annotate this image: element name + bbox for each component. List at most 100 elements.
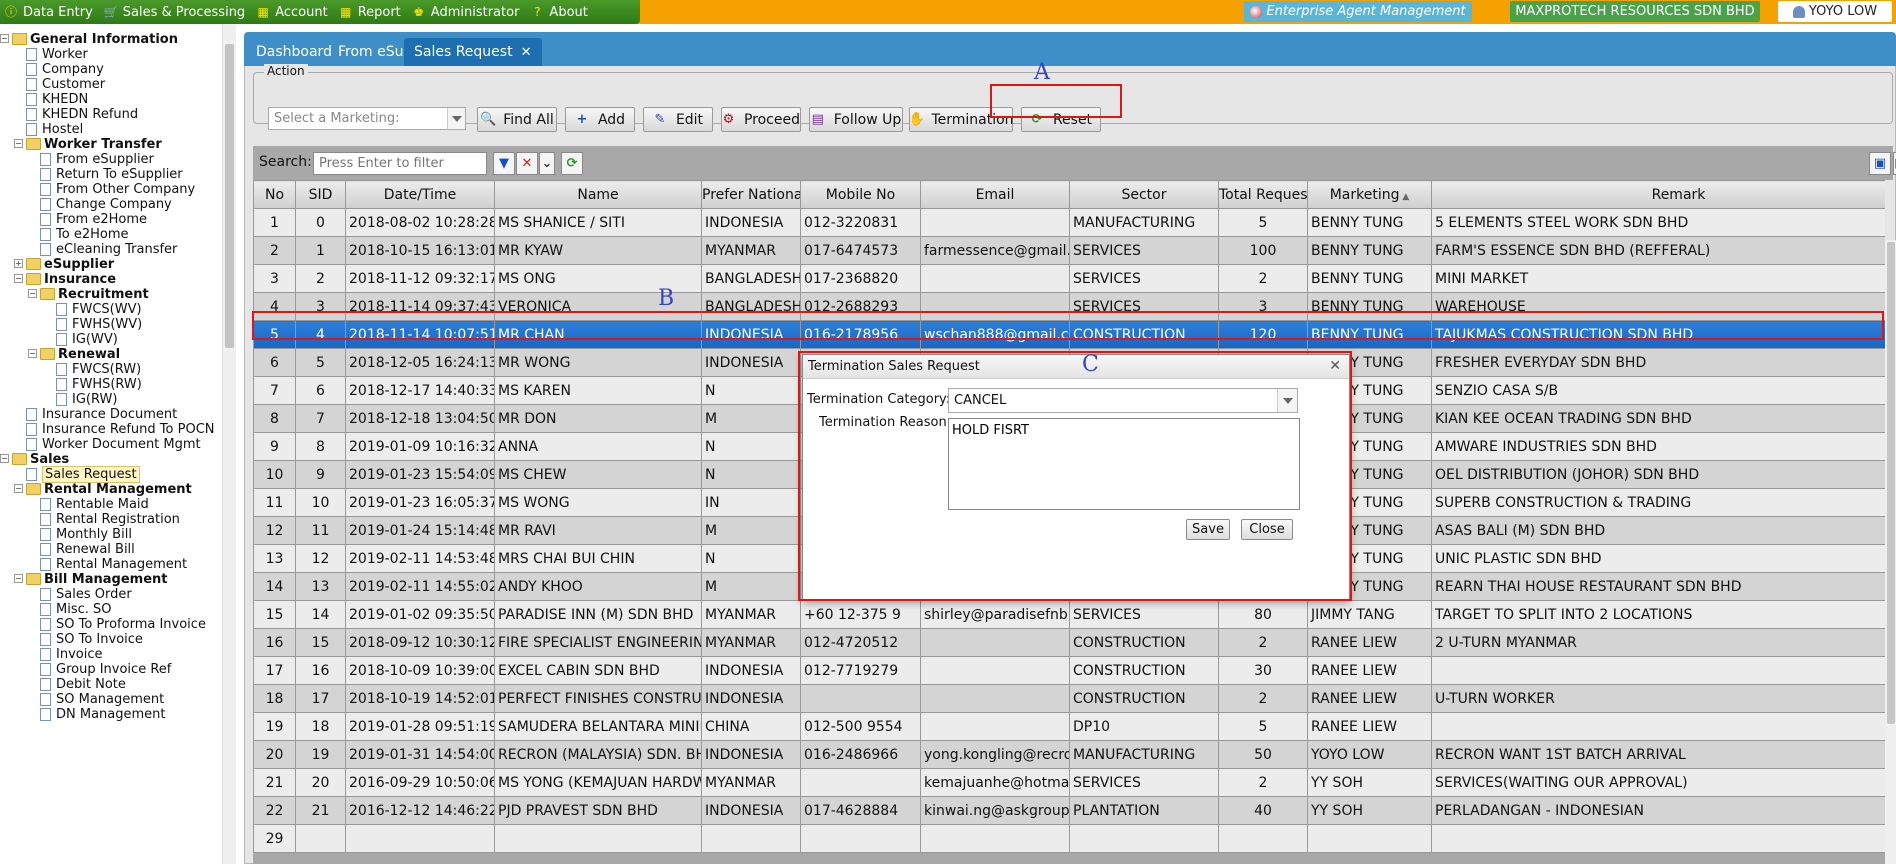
table-row[interactable]: 17 16 2018-10-09 10:39:00 EXCEL CABIN SDN B…	[253, 656, 1885, 685]
tree-toggle-icon[interactable]: −	[28, 289, 37, 298]
cell-remark: FARM'S ESSENCE SDN BHD (REFFERAL)	[1431, 236, 1885, 265]
cell-no: 1	[253, 208, 296, 237]
cell-date-time: 2019-01-23 16:05:37	[345, 488, 495, 517]
grid-scroll-thumb[interactable]	[1887, 242, 1895, 724]
print-icon[interactable]: ▣	[1869, 152, 1891, 175]
cell-marketing: BENNY TUNG	[1307, 264, 1432, 293]
column-header-no[interactable]: No	[253, 180, 296, 209]
tab-sales-request[interactable]: Sales Request ✕	[404, 38, 542, 66]
cell-email: kinwai.ng@askgroup.com	[920, 796, 1070, 825]
cell-prefer-nationality: INDONESIA	[701, 656, 801, 685]
tree-toggle-icon[interactable]: −	[14, 139, 23, 148]
menu-report[interactable]: ▦ Report	[337, 0, 410, 24]
column-header-sector[interactable]: Sector	[1069, 180, 1219, 209]
close-icon[interactable]: ✕	[521, 45, 532, 60]
column-header-prefer-nationality[interactable]: Prefer Nationality	[701, 180, 801, 209]
menu-administrator[interactable]: ♚ Administrator	[410, 0, 529, 24]
filter-dropdown-icon[interactable]: ⌄	[539, 152, 555, 175]
tree-toggle-icon[interactable]: −	[0, 34, 9, 43]
edit-button[interactable]: ✎ Edit	[643, 107, 713, 132]
column-header-date-time[interactable]: Date/Time	[345, 180, 495, 209]
cell-sid: 11	[295, 516, 346, 545]
page-icon	[40, 662, 51, 676]
table-row[interactable]: 20 19 2019-01-31 14:54:00 RECRON (MALAYSIA)…	[253, 740, 1885, 769]
column-header-marketing[interactable]: Marketing ▲	[1307, 180, 1432, 209]
find-all-button[interactable]: 🔍 Find All	[477, 107, 557, 132]
sidebar-scroll-thumb[interactable]	[225, 44, 234, 348]
dialog-highlight	[798, 351, 1352, 601]
tree-toggle-icon[interactable]: +	[14, 259, 23, 268]
cell-marketing: YOYO LOW	[1307, 740, 1432, 769]
button-label: Proceed	[743, 111, 800, 128]
cell-name: PJD PRAVEST SDN BHD	[494, 796, 702, 825]
sidebar-item-dn-management[interactable]: DN Management	[40, 705, 166, 723]
tree-toggle-icon[interactable]: −	[0, 454, 9, 463]
table-row[interactable]: 18 17 2018-10-19 14:52:01 PERFECT FINISHES …	[253, 684, 1885, 713]
cell-sector: PLANTATION	[1069, 796, 1219, 825]
cell-name: MS YONG (KEMAJUAN HARDWARE)	[494, 768, 702, 797]
table-row[interactable]: 22 21 2016-12-12 14:46:22 PJD PRAVEST SDN B…	[253, 796, 1885, 825]
cell-date-time: 2018-12-17 14:40:33	[345, 376, 495, 405]
table-row[interactable]: 19 18 2019-01-28 09:51:19 SAMUDERA BELANTAR…	[253, 712, 1885, 741]
column-header-mobile-no[interactable]: Mobile No	[800, 180, 921, 209]
column-header-remark[interactable]: Remark	[1431, 180, 1885, 209]
tree-toggle-icon[interactable]: −	[14, 274, 23, 283]
sort-asc-icon: ▲	[1399, 191, 1410, 202]
cell-name: MRS CHAI BUI CHIN	[494, 544, 702, 573]
table-row[interactable]: 1 0 2018-08-02 10:28:28 MS SHANICE / SITI IN…	[253, 208, 1885, 237]
gear-icon: ⚙	[722, 111, 735, 127]
cell-sector: MANUFACTURING	[1069, 208, 1219, 237]
menu-label: About	[549, 4, 588, 20]
footer-cell: 29	[253, 824, 296, 853]
column-header-total-requested[interactable]: Total Requested	[1218, 180, 1308, 209]
menu-sales-processing[interactable]: 🛒 Sales & Processing	[102, 0, 254, 24]
table-row[interactable]: 16 15 2018-09-12 10:30:12 FIRE SPECIALIST E…	[253, 628, 1885, 657]
add-button[interactable]: + Add	[565, 107, 635, 132]
clear-filter-icon[interactable]: ✕	[516, 152, 538, 175]
column-header-name[interactable]: Name	[494, 180, 702, 209]
tree-toggle-icon[interactable]: −	[14, 574, 23, 583]
column-header-sid[interactable]: SID	[295, 180, 346, 209]
menu-account[interactable]: ▦ Account	[254, 0, 337, 24]
cell-email	[920, 656, 1070, 685]
table-row[interactable]: 21 20 2016-09-29 10:50:06 MS YONG (KEMAJUAN…	[253, 768, 1885, 797]
cell-email: shirley@paradisefnb.com	[920, 600, 1070, 629]
tree-toggle-icon[interactable]: −	[14, 484, 23, 493]
search-input[interactable]	[313, 152, 487, 175]
menu-about[interactable]: ? About	[528, 0, 596, 24]
follow-up-button[interactable]: ▤ Follow Up	[809, 107, 903, 132]
refresh-icon[interactable]: ⟳	[561, 152, 583, 175]
module-icon	[1250, 5, 1263, 18]
module-badge[interactable]: Enterprise Agent Management	[1244, 1, 1472, 22]
marketing-select[interactable]: Select a Marketing:	[268, 107, 466, 130]
cell-sid: 2	[295, 264, 346, 293]
cell-mobile-no: 016-2486966	[800, 740, 921, 769]
footer-cell	[1069, 824, 1219, 853]
menu-data-entry[interactable]: ⓘ Data Entry	[2, 0, 102, 24]
chevron-down-icon[interactable]	[447, 108, 465, 129]
cell-remark: 2 U-TURN MYANMAR	[1431, 628, 1885, 657]
cell-prefer-nationality: M	[701, 572, 801, 601]
marketing-placeholder: Select a Marketing:	[274, 111, 400, 126]
table-row[interactable]: 3 2 2018-11-12 09:32:17 MS ONG BANGLADESH 017…	[253, 264, 1885, 293]
column-header-email[interactable]: Email	[920, 180, 1070, 209]
top-bar: ⓘ Data Entry 🛒 Sales & Processing ▦ Account ▦ R…	[0, 0, 1896, 24]
cell-remark: SERVICES(WAITING OUR APPROVAL)	[1431, 768, 1885, 797]
company-badge[interactable]: MAXPROTECH RESOURCES SDN BHD	[1510, 1, 1760, 22]
proceed-button[interactable]: ⚙ Proceed	[721, 107, 801, 132]
button-label: Find All	[503, 111, 554, 128]
cell-sid: 19	[295, 740, 346, 769]
cell-total-requested: 30	[1218, 656, 1308, 685]
action-legend: Action	[264, 64, 308, 78]
cell-date-time: 2018-08-02 10:28:28	[345, 208, 495, 237]
table-row[interactable]: 2 1 2018-10-15 16:13:01 MR KYAW MYANMAR 017-6…	[253, 236, 1885, 265]
page-icon	[40, 497, 51, 511]
cell-date-time: 2019-02-11 14:53:48	[345, 544, 495, 573]
table-row[interactable]: 15 14 2019-01-02 09:35:50 PARADISE INN (M) …	[253, 600, 1885, 629]
tree-toggle-icon[interactable]: −	[28, 349, 37, 358]
user-badge[interactable]: YOYO LOW	[1778, 1, 1892, 22]
cell-email: farmessence@gmail.com	[920, 236, 1070, 265]
footer-cell	[494, 824, 702, 853]
cell-email	[920, 208, 1070, 237]
filter-icon[interactable]: ▼	[493, 152, 515, 175]
